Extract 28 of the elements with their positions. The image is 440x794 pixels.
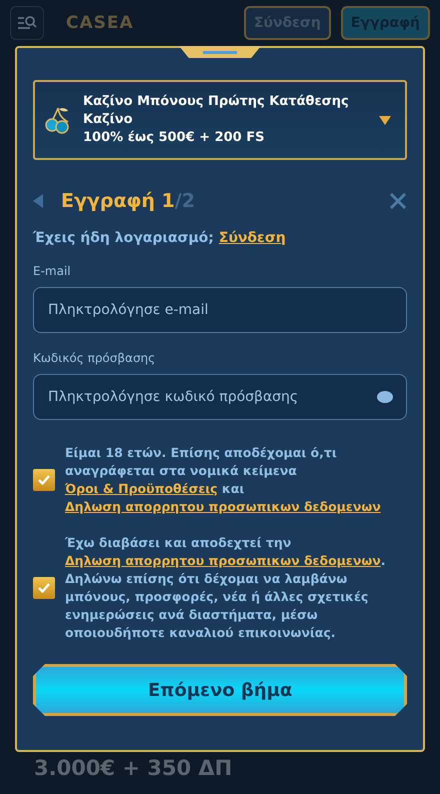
login-link[interactable]: Σύνδεση [218,230,286,246]
consent-checkbox[interactable] [33,577,55,599]
field-label: E-mail [33,264,72,278]
email-field[interactable]: Πληκτρολόγησε e-mail [33,287,407,333]
account-question: Έχεις ήδη λογαριασμό; [33,230,214,246]
promo-text: 3.000€ + 350 ΔΠ [34,755,234,782]
consent-text: Έχω διαβάσει και αποδεχτεί την Δηλωση απορρητου προσωπικων δεδομενων. Δηλώνω επίσης ότι δέχομαι να λαμβάνω μπόνους, προσφορές, νέα ή άλλες σχετικές ενημερώσεις ανά διαστήματα, μέσω οποιουδήποτε καναλιού επικοινωνίας. [65,534,386,642]
consent-text: Είμαι 18 ετών. Επίσης αποδέχομαι ό,τι αναγράφεται στα νομικά κείμενα Όροι & Προϋποθέσεις και Δηλωση απορρητου προσωπικων δεδομενων [65,444,382,516]
menu-search-icon [17,15,37,31]
field-label: Κωδικός πρόσβασης [33,351,156,365]
bonus-offer: 100% έως 500€ + 200 FS [83,129,266,147]
logo: CASEA [66,13,135,33]
bonus-title: Καζίνο Μπόνους Πρώτης Κατάθεσης Καζίνο [83,93,350,129]
check-icon [38,583,50,593]
cherries-icon [45,106,71,134]
password-field[interactable]: Πληκτρολόγησε κωδικό πρόσβασης [33,374,407,420]
caret-icon [379,116,391,124]
policy-link[interactable]: Όροι & Προϋποθέσεις [65,481,218,496]
menu-button[interactable] [10,6,44,40]
back-icon[interactable] [33,194,43,208]
check-icon [38,475,50,485]
consent-checkbox[interactable] [33,469,55,491]
policy-link[interactable]: Δηλωση απορρητου προσωπικων δεδομενων [65,499,381,514]
next-step-button[interactable]: Επόμενο βήμα [33,664,407,716]
bonus-dropdown[interactable]: Καζίνο Μπόνους Πρώτης Κατάθεσης Καζίνο 100% έως 500€ + 200 FS [33,80,407,160]
eye-icon[interactable] [377,391,393,403]
policy-link[interactable]: Δηλωση απορρητου προσωπικων δεδομενων [65,553,381,568]
close-icon[interactable] [389,192,407,210]
